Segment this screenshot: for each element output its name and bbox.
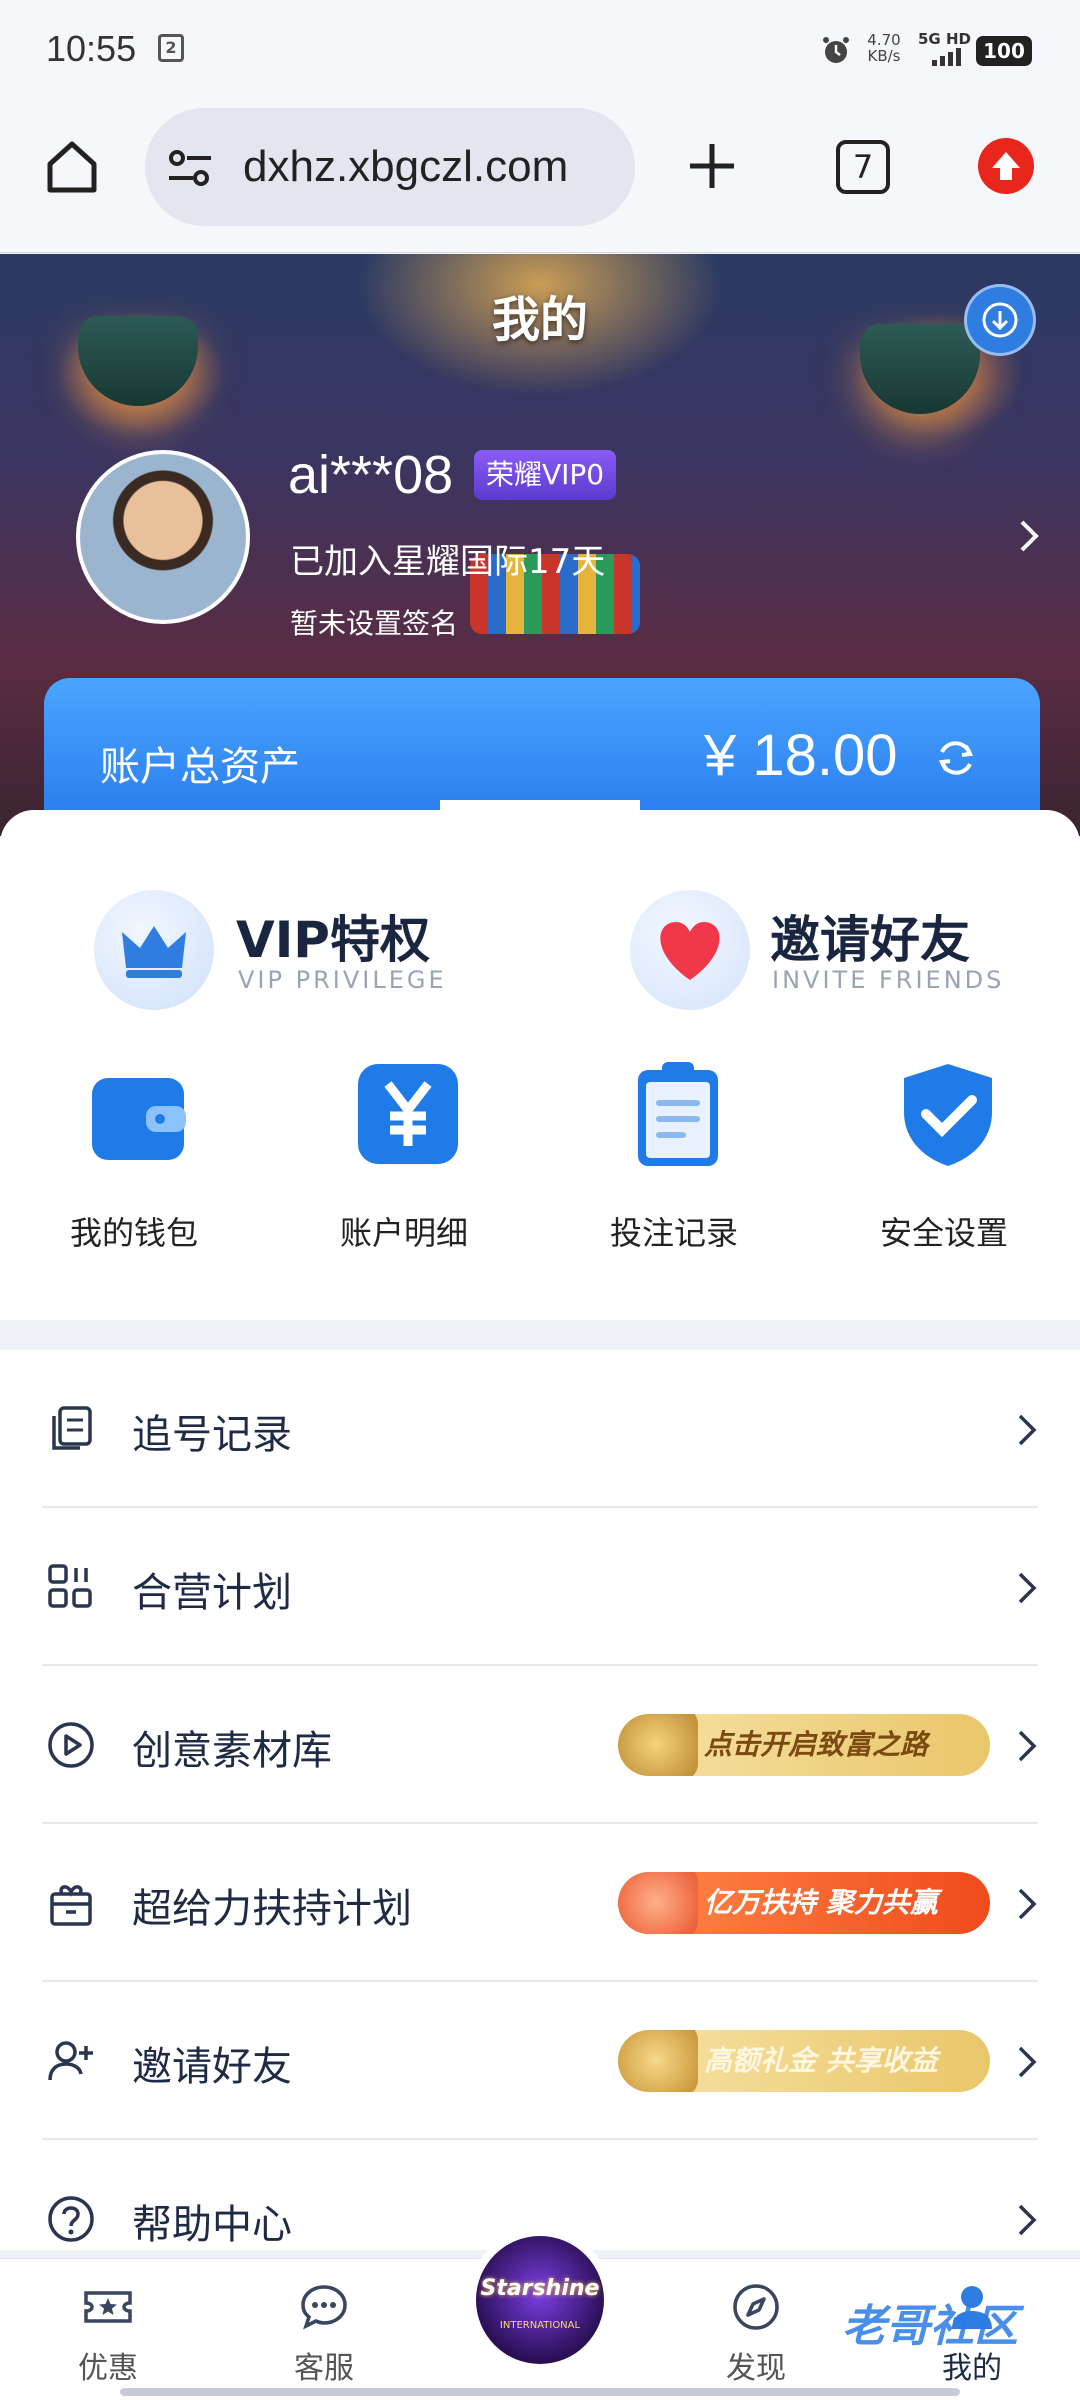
chevron-right-icon[interactable] [1014, 516, 1044, 556]
chevron-right-icon [1018, 1730, 1037, 1762]
chevron-right-icon [1018, 1888, 1037, 1920]
watermark: 老哥社区 [842, 2301, 1018, 2352]
profile-header: 我的 ai***08 荣耀VIP0 已加入星耀国际17天 暂未设置签名 账户总资… [0, 254, 1080, 836]
nav-customer-service[interactable]: 客服 [254, 2281, 394, 2391]
quick-action-label: 我的钱包 [69, 1214, 198, 1252]
chevron-right-icon [1018, 2204, 1037, 2236]
promo-text: 亿万扶持 聚力共赢 [704, 1886, 938, 1919]
menu-item-label: 帮助中心 [132, 2202, 292, 2248]
assets-value: ¥ 18.00 [704, 723, 898, 788]
nav-promotions[interactable]: 优惠 [38, 2281, 178, 2391]
tabs-button[interactable]: 7 [836, 140, 890, 194]
menu-item-tracking-records[interactable]: 追号记录 [0, 1350, 1080, 1508]
compass-icon [733, 2284, 779, 2330]
nav-label: 客服 [294, 2351, 354, 2386]
sim-icon: 2 [158, 34, 184, 62]
assets-label: 账户总资产 [100, 744, 300, 790]
clipboard-icon [638, 1062, 718, 1166]
help-icon [48, 2196, 94, 2242]
promo-banner-rewards[interactable]: 高额礼金 共享收益 [618, 2030, 990, 2092]
coins-icon [618, 2030, 698, 2092]
nav-label: 发现 [726, 2351, 786, 2386]
card-notch [440, 800, 640, 840]
user-signature: 暂未设置签名 [290, 607, 459, 640]
speed-unit: KB/s [867, 47, 901, 65]
gesture-handle[interactable] [120, 2388, 960, 2396]
promo-text: 点击开启致富之路 [704, 1728, 929, 1761]
signal-icon [932, 48, 961, 66]
chevron-right-icon [1018, 1572, 1037, 1604]
promo-banner-wealth[interactable]: 点击开启致富之路 [618, 1714, 990, 1776]
battery-indicator: 100 [976, 36, 1032, 66]
shield-check-icon [904, 1064, 992, 1166]
promo-text: 高额礼金 共享收益 [704, 2044, 938, 2077]
clock: 10:55 [46, 28, 137, 69]
wallet-icon [92, 1078, 186, 1160]
menu-item-joint-venture[interactable]: 合营计划 [0, 1508, 1080, 1666]
add-user-icon [48, 2041, 93, 2081]
copy-list-icon [52, 1406, 92, 1450]
avatar[interactable] [76, 450, 250, 624]
chevron-right-icon [1018, 1414, 1037, 1446]
nav-discover[interactable]: 发现 [686, 2281, 826, 2391]
handshake-icon [618, 1872, 698, 1934]
starshine-logo-button[interactable]: Starshine INTERNATIONAL [468, 2228, 612, 2372]
logo-subtext: INTERNATIONAL [499, 2320, 581, 2331]
quick-action-label: 投注记录 [609, 1214, 738, 1252]
features-card: VIP特权 VIP PRIVILEGE 邀请好友 INVITE FRIENDS … [0, 800, 1080, 1320]
gift-icon [50, 1885, 92, 1926]
update-icon[interactable] [978, 138, 1034, 194]
invite-friends-subtitle: INVITE FRIENDS [772, 966, 1005, 994]
menu-item-label: 超给力扶持计划 [132, 1886, 412, 1932]
gold-ingot-icon [618, 1714, 698, 1776]
menu-list: 追号记录 合营计划 创意素材库 点击开启致富之路 超给力扶持计划 亿万扶持 聚力… [0, 1350, 1080, 2250]
chat-bubble-icon [301, 2285, 347, 2330]
vip-privilege-subtitle: VIP PRIVILEGE [238, 966, 447, 994]
download-icon[interactable] [964, 284, 1036, 356]
speed-value: 4.70 [867, 31, 901, 49]
site-settings-icon[interactable] [167, 148, 213, 188]
membership-duration: 已加入星耀国际17天 [290, 542, 606, 582]
vip-level-badge: 荣耀VIP0 [474, 450, 617, 500]
page-title: 我的 [491, 292, 588, 348]
alarm-icon [823, 37, 849, 63]
quick-action-label: 安全设置 [879, 1214, 1008, 1252]
menu-item-label: 邀请好友 [132, 2044, 292, 2090]
new-tab-icon[interactable] [686, 140, 738, 192]
heart-icon[interactable] [630, 890, 750, 1010]
invite-friends-title[interactable]: 邀请好友 [770, 900, 970, 972]
status-bar: 10:55 2 4.70 KB/s 5G HD 100 [0, 0, 1080, 98]
quick-action-account-details[interactable]: 账户明细 [304, 1060, 504, 1252]
quick-action-bet-records[interactable]: 投注记录 [574, 1060, 774, 1252]
yen-icon [358, 1064, 458, 1164]
grid-apps-icon [48, 1564, 92, 1608]
home-icon[interactable] [42, 136, 102, 196]
play-circle-icon [48, 1722, 94, 1768]
quick-action-wallet[interactable]: 我的钱包 [34, 1060, 234, 1252]
menu-item-support-plan[interactable]: 超给力扶持计划 亿万扶持 聚力共赢 [0, 1824, 1080, 1982]
logo-text: Starshine [480, 2276, 600, 2301]
quick-action-label: 账户明细 [339, 1214, 468, 1252]
chevron-right-icon [1018, 2046, 1037, 2078]
username: ai***08 [288, 445, 454, 505]
starshine-logo: Starshine INTERNATIONAL [476, 2236, 604, 2364]
menu-item-label: 追号记录 [132, 1412, 292, 1458]
network-type: 5G HD [918, 30, 971, 48]
menu-item-label: 合营计划 [132, 1570, 292, 1616]
promo-banner-support[interactable]: 亿万扶持 聚力共赢 [618, 1872, 990, 1934]
nav-label: 优惠 [78, 2351, 138, 2386]
quick-action-security-settings[interactable]: 安全设置 [844, 1060, 1044, 1252]
vip-privilege-title[interactable]: VIP特权 [236, 900, 430, 972]
address-bar[interactable]: dxhz.xbgczl.com [145, 108, 635, 226]
menu-item-label: 创意素材库 [132, 1728, 332, 1774]
refresh-icon[interactable] [932, 734, 980, 782]
menu-item-creative-library[interactable]: 创意素材库 点击开启致富之路 [0, 1666, 1080, 1824]
browser-toolbar: dxhz.xbgczl.com 7 [0, 98, 1080, 253]
network-speed: 4.70 KB/s [864, 32, 904, 64]
crown-icon[interactable] [94, 890, 214, 1010]
ticket-star-icon [84, 2291, 132, 2323]
url-text[interactable]: dxhz.xbgczl.com [243, 142, 623, 192]
menu-item-invite-friends[interactable]: 邀请好友 高额礼金 共享收益 [0, 1982, 1080, 2140]
